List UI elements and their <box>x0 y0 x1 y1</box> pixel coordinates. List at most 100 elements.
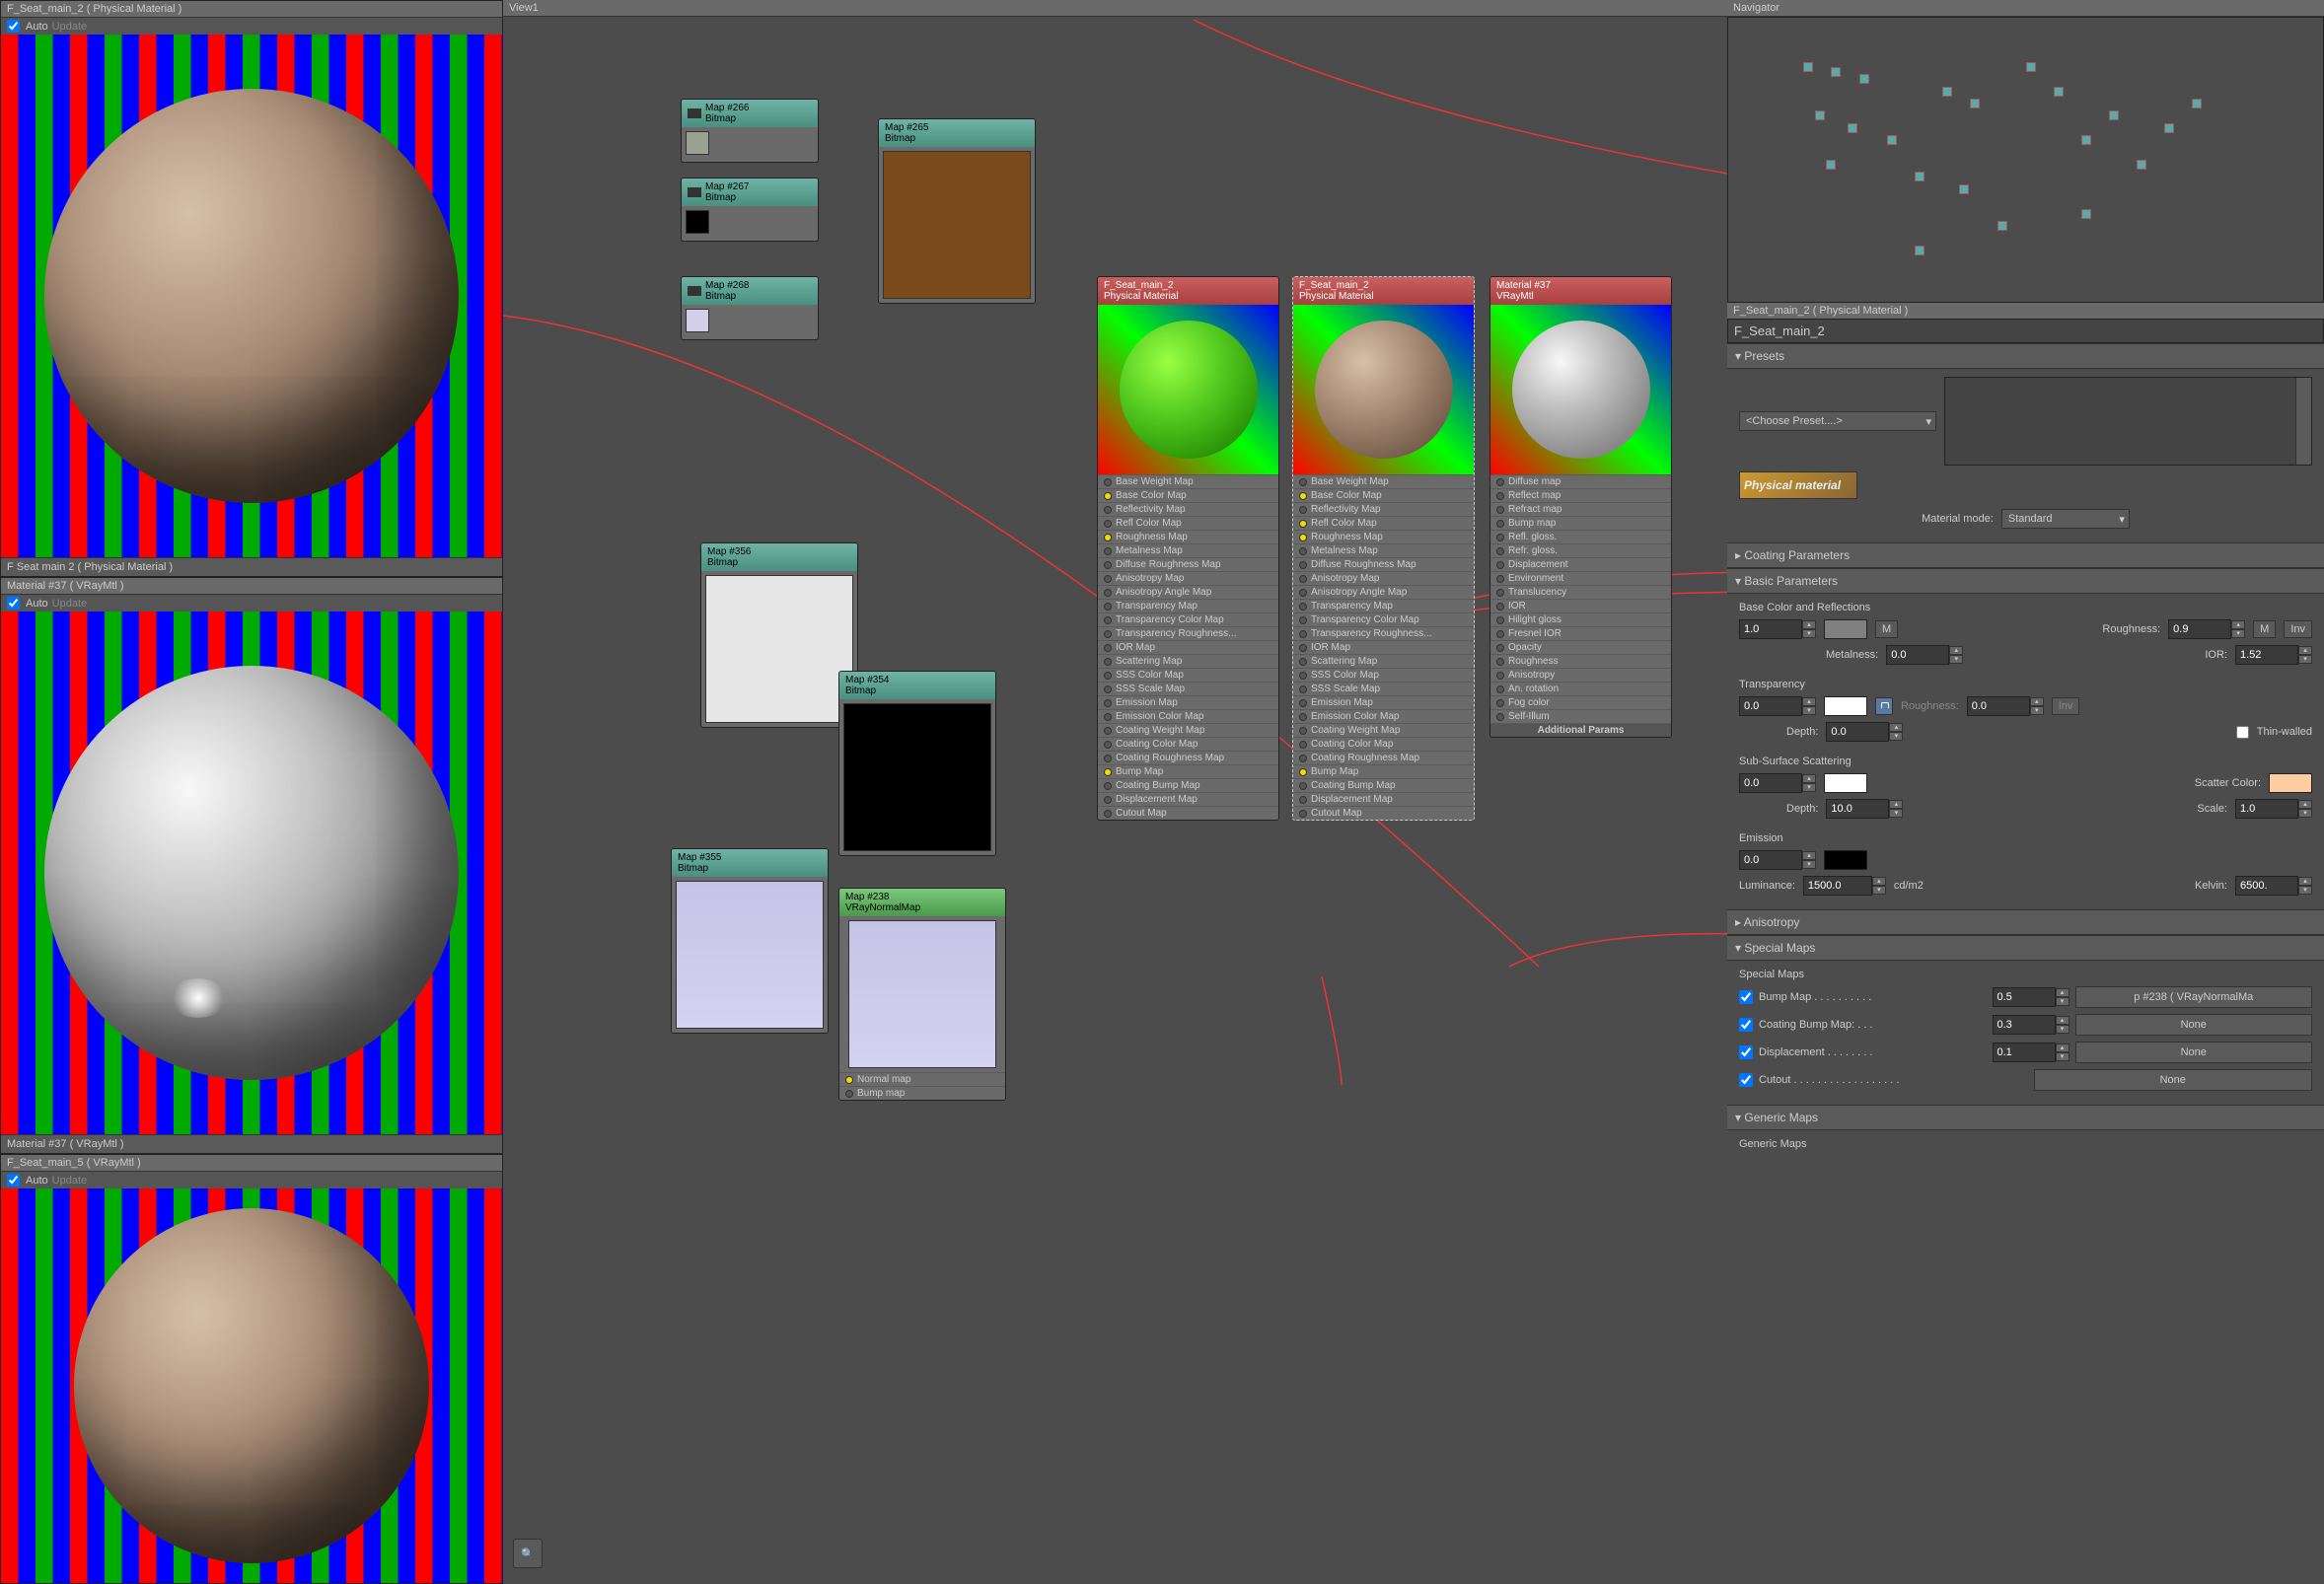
node-slot[interactable]: An. rotation <box>1490 682 1671 695</box>
input-port[interactable] <box>1299 575 1307 583</box>
update-label-2[interactable]: Update <box>52 598 87 610</box>
node-slot[interactable]: Fog color <box>1490 695 1671 709</box>
node-slot[interactable]: Emission Map <box>1293 695 1474 709</box>
input-port[interactable] <box>1104 492 1112 500</box>
node-slot[interactable]: Bump Map <box>1293 764 1474 778</box>
input-port[interactable] <box>1104 810 1112 818</box>
node-material-3[interactable]: Material #37 VRayMtl Diffuse mapReflect … <box>1489 276 1672 738</box>
node-slot[interactable]: IOR <box>1490 599 1671 612</box>
node-slot[interactable]: Transparency Color Map <box>1293 612 1474 626</box>
metalness-spinner[interactable]: ▴▾ <box>1886 645 1963 665</box>
sss-spinner[interactable]: ▴▾ <box>1739 773 1816 793</box>
node-slot[interactable]: Reflectivity Map <box>1293 502 1474 516</box>
node-slot[interactable]: Scattering Map <box>1293 654 1474 668</box>
input-port[interactable] <box>1299 547 1307 555</box>
node-slot[interactable]: Cutout Map <box>1098 806 1278 820</box>
node-slot[interactable]: SSS Color Map <box>1098 668 1278 682</box>
rollup-header-presets[interactable]: Presets <box>1727 344 2324 369</box>
rollup-header-basic[interactable]: Basic Parameters <box>1727 569 2324 594</box>
node-slot[interactable]: Transparency Roughness... <box>1098 626 1278 640</box>
input-port[interactable] <box>1299 534 1307 541</box>
node-material-1[interactable]: F_Seat_main_2 Physical Material Base Wei… <box>1097 276 1279 821</box>
preview-image-3[interactable] <box>1 1188 502 1583</box>
disp-map-button[interactable]: None <box>2075 1042 2313 1063</box>
node-header[interactable]: Map #268 Bitmap <box>682 277 818 305</box>
preview-image-1[interactable] <box>1 35 502 557</box>
node-slot[interactable]: Bump map <box>1490 516 1671 530</box>
depth-spinner[interactable]: ▴▾ <box>1826 722 1903 742</box>
node-slot[interactable]: Base Weight Map <box>1293 474 1474 488</box>
node-slot[interactable]: Refl. gloss. <box>1490 530 1671 543</box>
node-map-265[interactable]: Map #265 Bitmap <box>878 118 1036 304</box>
node-slot[interactable]: Anisotropy <box>1490 668 1671 682</box>
node-slot[interactable]: Opacity <box>1490 640 1671 654</box>
input-port[interactable] <box>1496 630 1504 638</box>
input-port[interactable] <box>1496 478 1504 486</box>
rollup-header-coating[interactable]: Coating Parameters <box>1727 543 2324 568</box>
emission-color-swatch[interactable] <box>1824 850 1867 870</box>
input-port[interactable] <box>1496 616 1504 624</box>
input-port[interactable] <box>1104 672 1112 680</box>
input-port[interactable] <box>1104 768 1112 776</box>
node-material-2[interactable]: F_Seat_main_2 Physical Material Base Wei… <box>1292 276 1475 821</box>
search-icon[interactable]: 🔍 <box>513 1539 543 1568</box>
trans-spinner[interactable]: ▴▾ <box>1739 696 1816 716</box>
node-header[interactable]: Map #354 Bitmap <box>839 672 995 699</box>
kelvin-spinner[interactable]: ▴▾ <box>2235 876 2312 896</box>
auto-checkbox-2[interactable] <box>7 597 20 610</box>
input-port[interactable] <box>1496 506 1504 514</box>
input-port[interactable] <box>1104 478 1112 486</box>
collapse-icon[interactable] <box>688 286 701 296</box>
node-header[interactable]: Material #37 VRayMtl <box>1490 277 1671 305</box>
node-map-266[interactable]: Map #266 Bitmap <box>681 99 819 163</box>
scale-spinner[interactable]: ▴▾ <box>2235 799 2312 819</box>
collapse-icon[interactable] <box>688 187 701 197</box>
node-slot[interactable]: Anisotropy Angle Map <box>1293 585 1474 599</box>
node-slot[interactable]: IOR Map <box>1293 640 1474 654</box>
node-slot[interactable]: Reflect map <box>1490 488 1671 502</box>
luminance-spinner[interactable]: ▴▾ <box>1803 876 1886 896</box>
input-port[interactable] <box>1104 699 1112 707</box>
node-slot[interactable]: Emission Map <box>1098 695 1278 709</box>
node-slot[interactable]: Refl Color Map <box>1293 516 1474 530</box>
input-port[interactable] <box>1299 741 1307 749</box>
input-port[interactable] <box>1104 796 1112 804</box>
node-header[interactable]: Map #267 Bitmap <box>682 179 818 206</box>
auto-checkbox-1[interactable] <box>7 20 20 33</box>
node-slot[interactable]: Refl Color Map <box>1098 516 1278 530</box>
node-slot[interactable]: Refr. gloss. <box>1490 543 1671 557</box>
input-port[interactable] <box>1299 755 1307 762</box>
node-slot[interactable]: Displacement Map <box>1293 792 1474 806</box>
node-header[interactable]: Map #356 Bitmap <box>701 543 857 571</box>
node-slot[interactable]: Coating Bump Map <box>1098 778 1278 792</box>
input-port[interactable] <box>1299 699 1307 707</box>
input-port[interactable] <box>1496 713 1504 721</box>
node-slot[interactable]: Coating Bump Map <box>1293 778 1474 792</box>
node-slot[interactable]: Diffuse Roughness Map <box>1293 557 1474 571</box>
m-button[interactable]: M <box>1875 620 1898 638</box>
input-port[interactable] <box>1299 616 1307 624</box>
inv-button[interactable]: Inv <box>2284 620 2312 638</box>
lock-icon[interactable] <box>1875 697 1893 715</box>
node-map-268[interactable]: Map #268 Bitmap <box>681 276 819 340</box>
node-slot[interactable]: Transparency Map <box>1098 599 1278 612</box>
node-slot[interactable]: Anisotropy Map <box>1293 571 1474 585</box>
node-slot[interactable]: Environment <box>1490 571 1671 585</box>
input-port[interactable] <box>1299 713 1307 721</box>
node-slot[interactable]: Emission Color Map <box>1293 709 1474 723</box>
input-port[interactable] <box>1104 603 1112 611</box>
node-header[interactable]: Map #355 Bitmap <box>672 849 828 877</box>
coatbump-checkbox[interactable] <box>1739 1018 1753 1032</box>
node-header[interactable]: Map #238 VRayNormalMap <box>839 889 1005 916</box>
input-port[interactable] <box>1104 685 1112 693</box>
sss-depth-spinner[interactable]: ▴▾ <box>1826 799 1903 819</box>
input-port[interactable] <box>1496 685 1504 693</box>
trans-color-swatch[interactable] <box>1824 696 1867 716</box>
node-header[interactable]: F_Seat_main_2 Physical Material <box>1293 277 1474 305</box>
node-slot[interactable]: Displacement Map <box>1098 792 1278 806</box>
input-port[interactable] <box>1104 534 1112 541</box>
input-port[interactable] <box>1299 768 1307 776</box>
node-slot[interactable]: Transparency Color Map <box>1098 612 1278 626</box>
sss-color-swatch[interactable] <box>1824 773 1867 793</box>
rollup-header-anisotropy[interactable]: Anisotropy <box>1727 910 2324 935</box>
